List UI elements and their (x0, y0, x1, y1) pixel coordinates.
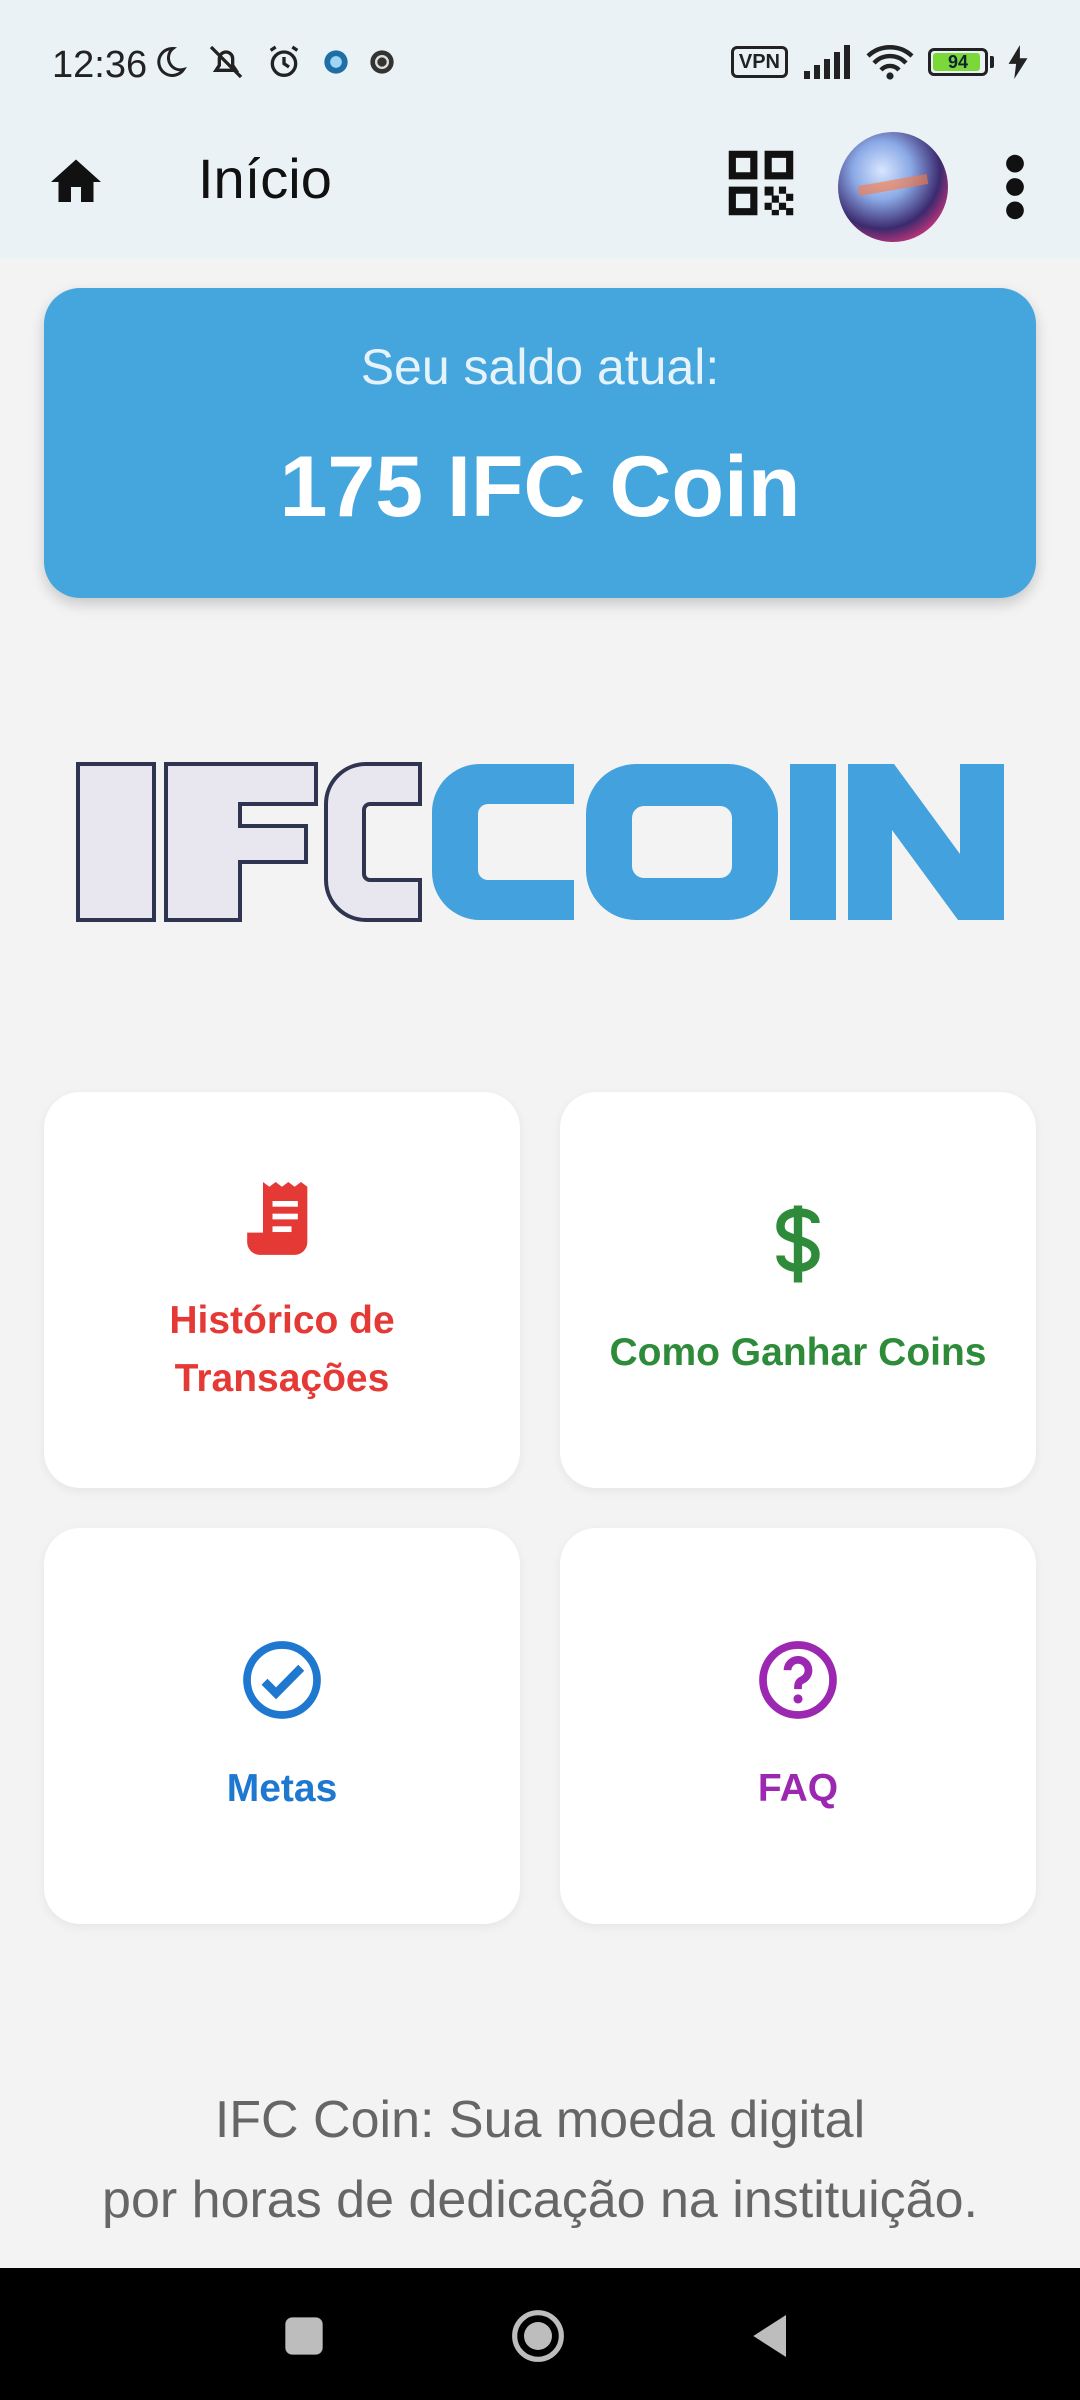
battery-icon: 94 (928, 48, 994, 76)
balance-label: Seu saldo atual: (360, 339, 720, 395)
app-notification-icon (324, 50, 348, 74)
tile-label-earn: Como Ganhar Coins (609, 1331, 987, 1374)
alarm-icon (269, 45, 299, 77)
avatar[interactable] (838, 132, 948, 242)
more-vert-icon[interactable] (1000, 152, 1030, 222)
battery-level: 94 (947, 52, 969, 72)
dollar-icon (776, 1205, 820, 1283)
back-icon[interactable] (744, 2308, 800, 2364)
transaction-history-tile[interactable]: Histórico de Transações (44, 1092, 520, 1488)
help-circle-icon (759, 1641, 837, 1719)
vpn-icon: VPN (730, 46, 788, 78)
status-right-icons: VPN 94 (730, 44, 1028, 80)
system-nav-bar (0, 2268, 1080, 2400)
home-icon[interactable] (46, 152, 106, 212)
moon-icon (157, 46, 187, 77)
tile-label-goals: Metas (226, 1767, 338, 1810)
balance-card: Seu saldo atual: 175 IFC Coin (44, 288, 1036, 598)
app-bar: Início (0, 132, 1080, 258)
wifi-icon (866, 45, 914, 80)
goals-tile[interactable]: Metas (44, 1528, 520, 1924)
balance-value: 175 IFC Coin (279, 439, 801, 535)
status-left-icons (152, 42, 396, 82)
how-to-earn-coins-tile[interactable]: Como Ganhar Coins (560, 1092, 1036, 1488)
charging-icon (1008, 45, 1028, 79)
check-circle-icon (243, 1641, 321, 1719)
tile-label-history: Histórico de Transações (169, 1299, 395, 1400)
page-title: Início (198, 147, 332, 210)
footer-tagline: IFC Coin: Sua moeda digital por horas de… (0, 2080, 1080, 2240)
tile-label-faq: FAQ (757, 1767, 839, 1810)
home-nav-icon[interactable] (510, 2308, 566, 2364)
globe-icon (370, 50, 394, 74)
signal-icon (804, 45, 850, 79)
footer-line-2: por horas de dedicação na instituição. (102, 2171, 978, 2229)
qr-code-icon[interactable] (718, 140, 804, 226)
status-time: 12:36 (52, 44, 148, 86)
faq-tile[interactable]: FAQ (560, 1528, 1036, 1924)
ifc-coin-logo (76, 762, 1004, 922)
bell-off-icon (209, 45, 243, 79)
receipt-icon (247, 1182, 308, 1255)
status-bar: 12:36 VPN 94 (0, 0, 1080, 132)
footer-line-1: IFC Coin: Sua moeda digital (214, 2091, 866, 2149)
recents-icon[interactable] (276, 2308, 332, 2364)
